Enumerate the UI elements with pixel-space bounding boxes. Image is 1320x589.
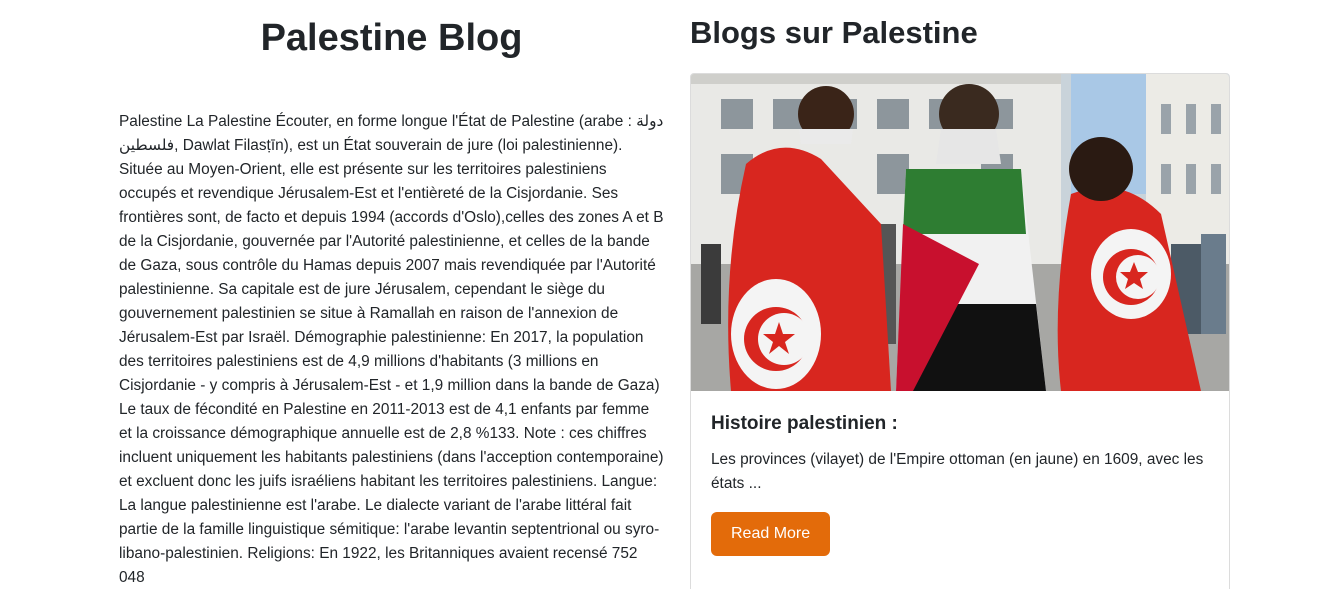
photo-people-with-flags-icon	[691, 74, 1229, 391]
blog-card-body: Histoire palestinien : Les provinces (vi…	[691, 391, 1229, 576]
article-body: Palestine La Palestine Écouter, en forme…	[119, 113, 664, 586]
blogs-heading: Blogs sur Palestine	[690, 15, 978, 50]
read-more-button[interactable]: Read More	[711, 512, 831, 556]
blogs-sidebar: Blogs sur Palestine Histoire palestinien…	[690, 0, 1230, 589]
page-title: Palestine Blog	[260, 17, 523, 59]
blog-card-excerpt: Les provinces (vilayet) de l'Empire otto…	[711, 451, 1204, 492]
blog-card-image	[691, 74, 1229, 391]
blog-card-title: Histoire palestinien :	[711, 413, 898, 434]
blog-card: Histoire palestinien : Les provinces (vi…	[690, 73, 1230, 589]
main-column: Palestine Blog Palestine La Palestine Éc…	[119, 0, 664, 589]
page: Palestine Blog Palestine La Palestine Éc…	[0, 0, 1320, 589]
